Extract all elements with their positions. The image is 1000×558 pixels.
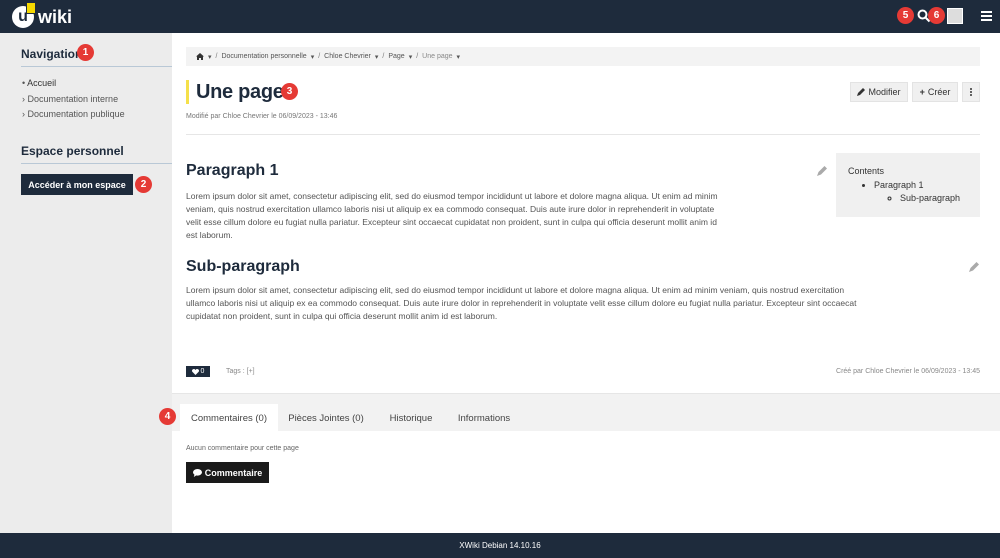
tab-historique[interactable]: Historique	[378, 404, 444, 432]
toc-item-paragraph-1[interactable]: Paragraph 1 Sub-paragraph	[874, 179, 968, 205]
paragraph-line: velit esse cillum dolore eu fugiat nulla…	[186, 217, 717, 227]
tab-pieces-jointes[interactable]: Pièces Jointes (0)	[280, 404, 372, 432]
tabs-bar: Commentaires (0) Pièces Jointes (0) Hist…	[172, 393, 1000, 432]
version-text: XWiki Debian 14.10.16	[459, 541, 541, 550]
paragraph-line: ullamco laboris nisi ut aliquip ex ea co…	[186, 298, 857, 308]
breadcrumb-separator: /	[416, 53, 419, 60]
section-heading-sub-paragraph: Sub-paragraph	[186, 258, 300, 275]
bullet-marker: •	[22, 78, 26, 88]
top-bar: u wiki 5 6	[0, 0, 1000, 33]
plus-icon: +	[919, 87, 925, 97]
sidebar-item-documentation-publique[interactable]: › Documentation publique	[22, 109, 125, 119]
annotation-badge-3: 3	[281, 83, 298, 100]
breadcrumb-separator: /	[215, 53, 218, 60]
personal-space-title: Espace personnel	[21, 144, 124, 158]
section-heading-paragraph-1: Paragraph 1	[186, 162, 279, 179]
tab-informations[interactable]: Informations	[448, 404, 520, 432]
section-paragraph: Lorem ipsum dolor sit amet, consectetur …	[186, 284, 986, 323]
annotation-badge-2: 2	[135, 176, 152, 193]
no-comment-message: Aucun commentaire pour cette page	[186, 445, 299, 452]
like-count: 0	[200, 368, 205, 375]
document-icon	[26, 2, 36, 14]
more-actions-button[interactable]	[962, 82, 980, 102]
sidebar: Navigation 1 • Accueil › Documentation i…	[0, 33, 172, 533]
chevron-down-icon[interactable]: ▾	[311, 53, 315, 61]
tags-label: Tags :	[226, 368, 245, 375]
paragraph-line: veniam, quis nostrud exercitation ullamc…	[186, 204, 715, 214]
create-button[interactable]: + Créer	[912, 82, 958, 102]
navigation-title: Navigation	[21, 47, 83, 61]
add-tag-link[interactable]: [+]	[247, 368, 255, 375]
chevron-down-icon[interactable]: ▾	[208, 53, 212, 61]
user-avatar[interactable]	[947, 8, 963, 24]
annotation-badge-1: 1	[77, 44, 94, 61]
add-comment-button[interactable]: Commentaire	[186, 462, 269, 483]
logo-mark: u	[12, 2, 36, 28]
modified-info: Modifié par Chloe Chevrier le 06/09/2023…	[186, 113, 338, 120]
my-space-button[interactable]: Accéder à mon espace	[21, 174, 133, 195]
tab-commentaires[interactable]: Commentaires (0)	[180, 404, 278, 432]
chevron-down-icon[interactable]: ▾	[457, 53, 461, 61]
navigation-divider	[21, 66, 172, 67]
section-edit-pencil-icon[interactable]	[969, 262, 979, 272]
annotation-badge-4: 4	[159, 408, 176, 425]
breadcrumb-separator: /	[382, 53, 385, 60]
toc-title: Contents	[848, 166, 885, 176]
section-edit-pencil-icon[interactable]	[817, 166, 827, 176]
annotation-badge-6: 6	[928, 7, 945, 24]
vertical-ellipsis-icon	[970, 88, 972, 96]
hamburger-menu-icon[interactable]	[981, 11, 992, 21]
page-footer: XWiki Debian 14.10.16	[0, 533, 1000, 558]
logo-text: wiki	[38, 6, 73, 27]
breadcrumb-separator: /	[318, 53, 321, 60]
created-info: Créé par Chloe Chevrier le 06/09/2023 - …	[836, 368, 980, 375]
chevron-right-icon: ›	[22, 94, 25, 104]
header-divider	[186, 134, 980, 135]
toc-item-sub-paragraph[interactable]: Sub-paragraph	[900, 192, 968, 205]
main-content: ▾ / Documentation personnelle ▾ / Chloe …	[159, 33, 1000, 533]
add-comment-label: Commentaire	[204, 467, 263, 478]
breadcrumb-item-page[interactable]: Page	[388, 53, 404, 60]
xwiki-logo[interactable]: u wiki	[12, 2, 73, 30]
chevron-down-icon[interactable]: ▾	[375, 53, 379, 61]
paragraph-line: est laborum.	[186, 230, 233, 240]
sidebar-item-label: Accueil	[27, 78, 57, 88]
table-of-contents: Contents Paragraph 1 Sub-paragraph	[836, 153, 980, 217]
chevron-right-icon: ›	[22, 109, 25, 119]
pencil-icon	[857, 88, 866, 96]
comment-icon	[192, 468, 202, 477]
toc-link[interactable]: Sub-paragraph	[900, 193, 960, 203]
breadcrumb-item-une-page: Une page	[422, 53, 453, 60]
toc-link[interactable]: Paragraph 1	[874, 180, 924, 190]
breadcrumb-item-documentation-personnelle[interactable]: Documentation personnelle	[221, 53, 306, 60]
title-accent-bar	[186, 80, 189, 104]
paragraph-line: cupidatat non proident, sunt in culpa qu…	[186, 311, 498, 321]
edit-button-label: Modifier	[868, 87, 901, 97]
breadcrumb-item-chloe-chevrier[interactable]: Chloe Chevrier	[324, 53, 371, 60]
sidebar-item-label: Documentation interne	[27, 94, 119, 104]
page-title: Une page	[196, 81, 284, 103]
chevron-down-icon[interactable]: ▾	[409, 53, 413, 61]
sidebar-item-label: Documentation publique	[27, 109, 125, 119]
edit-button[interactable]: Modifier	[850, 82, 908, 102]
annotation-badge-5: 5	[897, 7, 914, 24]
create-button-label: Créer	[927, 87, 951, 97]
personal-space-divider	[21, 163, 172, 164]
heart-icon	[191, 368, 199, 375]
tags-row: Tags : [+]	[226, 368, 255, 375]
section-paragraph: Lorem ipsum dolor sit amet, consectetur …	[186, 190, 836, 242]
paragraph-line: Lorem ipsum dolor sit amet, consectetur …	[186, 191, 718, 201]
sidebar-item-accueil[interactable]: • Accueil	[22, 78, 56, 88]
paragraph-line: Lorem ipsum dolor sit amet, consectetur …	[186, 285, 845, 295]
like-button[interactable]: 0	[186, 366, 210, 377]
sidebar-item-documentation-interne[interactable]: › Documentation interne	[22, 94, 118, 104]
breadcrumb: ▾ / Documentation personnelle ▾ / Chloe …	[186, 47, 980, 66]
home-icon[interactable]	[196, 53, 204, 60]
